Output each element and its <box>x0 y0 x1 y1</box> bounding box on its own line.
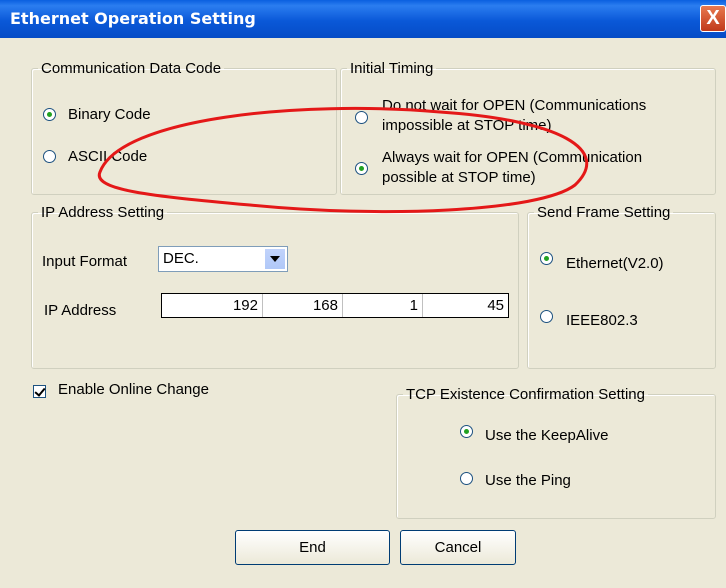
ip-address-input[interactable]: 192 168 1 45 <box>161 293 509 318</box>
chevron-down-icon[interactable] <box>264 248 286 270</box>
communication-data-code-legend: Communication Data Code <box>41 60 222 77</box>
no-wait-open-label-line1: Do not wait for OPEN (Communications <box>382 97 647 114</box>
communication-data-code-group: Communication Data Code <box>31 60 337 195</box>
input-format-select[interactable]: DEC. <box>158 246 288 272</box>
binary-code-radio[interactable] <box>43 108 56 121</box>
ip-octet-3[interactable]: 1 <box>343 294 423 317</box>
enable-online-change-label: Enable Online Change <box>58 381 209 398</box>
cancel-button[interactable]: Cancel <box>400 530 516 565</box>
close-icon: X <box>706 7 720 29</box>
ping-radio[interactable] <box>460 472 473 485</box>
keepalive-radio[interactable] <box>460 425 473 438</box>
no-wait-open-radio[interactable] <box>355 111 368 124</box>
ip-address-label: IP Address <box>44 302 117 319</box>
ip-address-setting-group: IP Address Setting <box>31 204 519 369</box>
tcp-confirmation-group: TCP Existence Confirmation Setting <box>396 386 716 519</box>
title-bar: Ethernet Operation Setting X <box>0 0 726 38</box>
ascii-code-radio[interactable] <box>43 150 56 163</box>
always-wait-open-radio[interactable] <box>355 162 368 175</box>
send-frame-setting-legend: Send Frame Setting <box>537 204 671 221</box>
input-format-value: DEC. <box>163 250 199 267</box>
keepalive-label: Use the KeepAlive <box>485 427 609 444</box>
ip-octet-1[interactable]: 192 <box>162 294 263 317</box>
no-wait-open-label-line2: impossible at STOP time) <box>382 117 552 134</box>
end-button[interactable]: End <box>235 530 390 565</box>
binary-code-label: Binary Code <box>68 106 151 123</box>
ascii-code-label: ASCII Code <box>68 148 148 165</box>
send-frame-setting-group: Send Frame Setting <box>527 204 716 369</box>
always-wait-open-label-line1: Always wait for OPEN (Communication <box>382 149 643 166</box>
window-title: Ethernet Operation Setting <box>10 9 256 28</box>
ieee8023-label: IEEE802.3 <box>566 312 638 329</box>
close-button[interactable]: X <box>700 5 726 32</box>
ieee8023-radio[interactable] <box>540 310 553 323</box>
enable-online-change-checkbox[interactable] <box>33 385 46 398</box>
initial-timing-legend: Initial Timing <box>350 60 434 77</box>
input-format-label: Input Format <box>42 253 128 270</box>
always-wait-open-label-line2: possible at STOP time) <box>382 169 536 186</box>
tcp-confirmation-legend: TCP Existence Confirmation Setting <box>406 386 645 403</box>
ip-octet-4[interactable]: 45 <box>423 294 508 317</box>
ethernet-v2-radio[interactable] <box>540 252 553 265</box>
ip-address-setting-legend: IP Address Setting <box>41 204 165 221</box>
ip-octet-2[interactable]: 168 <box>263 294 343 317</box>
ethernet-v2-label: Ethernet(V2.0) <box>566 255 664 272</box>
ping-label: Use the Ping <box>485 472 571 489</box>
